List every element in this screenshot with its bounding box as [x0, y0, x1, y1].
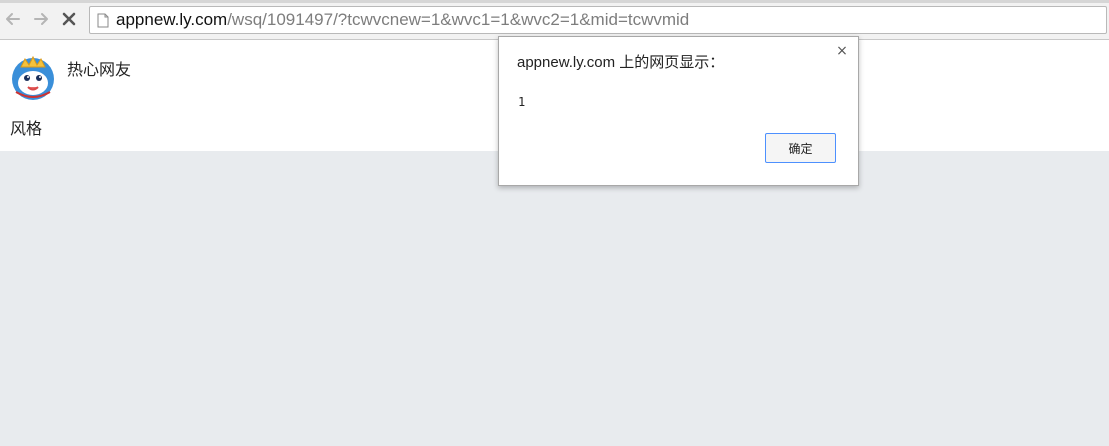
avatar[interactable]	[10, 54, 56, 100]
browser-toolbar: appnew.ly.com/wsq/1091497/?tcwvcnew=1&wv…	[0, 0, 1109, 40]
stop-button[interactable]	[58, 8, 80, 30]
stop-x-icon	[62, 12, 76, 26]
page-icon	[96, 12, 110, 28]
back-arrow-icon	[6, 13, 20, 25]
url-text[interactable]: appnew.ly.com/wsq/1091497/?tcwvcnew=1&wv…	[116, 10, 689, 30]
alert-dialog: appnew.ly.com 上的网页显示： × 1 确定	[498, 36, 859, 186]
forward-button[interactable]	[30, 8, 52, 30]
username[interactable]: 热心网友	[67, 56, 131, 80]
url-host: appnew.ly.com	[116, 10, 228, 29]
close-icon[interactable]: ×	[834, 43, 850, 59]
post-text: 风格	[10, 119, 43, 138]
dialog-title: appnew.ly.com 上的网页显示：	[517, 54, 725, 71]
dialog-message: 1	[518, 95, 526, 109]
forward-arrow-icon	[34, 13, 48, 25]
ok-button[interactable]: 确定	[765, 133, 836, 163]
back-button[interactable]	[2, 8, 24, 30]
url-path: /wsq/1091497/?tcwvcnew=1&wvc1=1&wvc2=1&m…	[227, 10, 690, 29]
address-bar[interactable]: appnew.ly.com/wsq/1091497/?tcwvcnew=1&wv…	[89, 6, 1107, 34]
tab-strip	[0, 0, 1109, 3]
